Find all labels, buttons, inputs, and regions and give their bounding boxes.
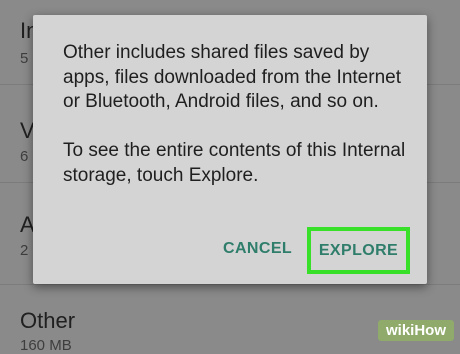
dialog-message: Other includes shared files saved by app… bbox=[63, 41, 408, 188]
dialog-message-paragraph-2: To see the entire contents of this Inter… bbox=[63, 140, 406, 186]
storage-item-size: 5 bbox=[20, 50, 29, 67]
dialog-message-paragraph-1: Other includes shared files saved by app… bbox=[63, 42, 401, 112]
explore-highlight: EXPLORE bbox=[307, 227, 410, 274]
cancel-button[interactable]: CANCEL bbox=[223, 240, 292, 258]
storage-item-size: 2 bbox=[20, 242, 29, 259]
storage-item-title: Other bbox=[20, 308, 76, 333]
wikihow-watermark: wikiHow bbox=[377, 320, 454, 341]
explore-button[interactable]: EXPLORE bbox=[319, 242, 398, 260]
storage-item-size: 6 bbox=[20, 148, 29, 165]
storage-item-size: 160 MB bbox=[20, 337, 72, 354]
other-storage-dialog: Other includes shared files saved by app… bbox=[33, 15, 427, 284]
